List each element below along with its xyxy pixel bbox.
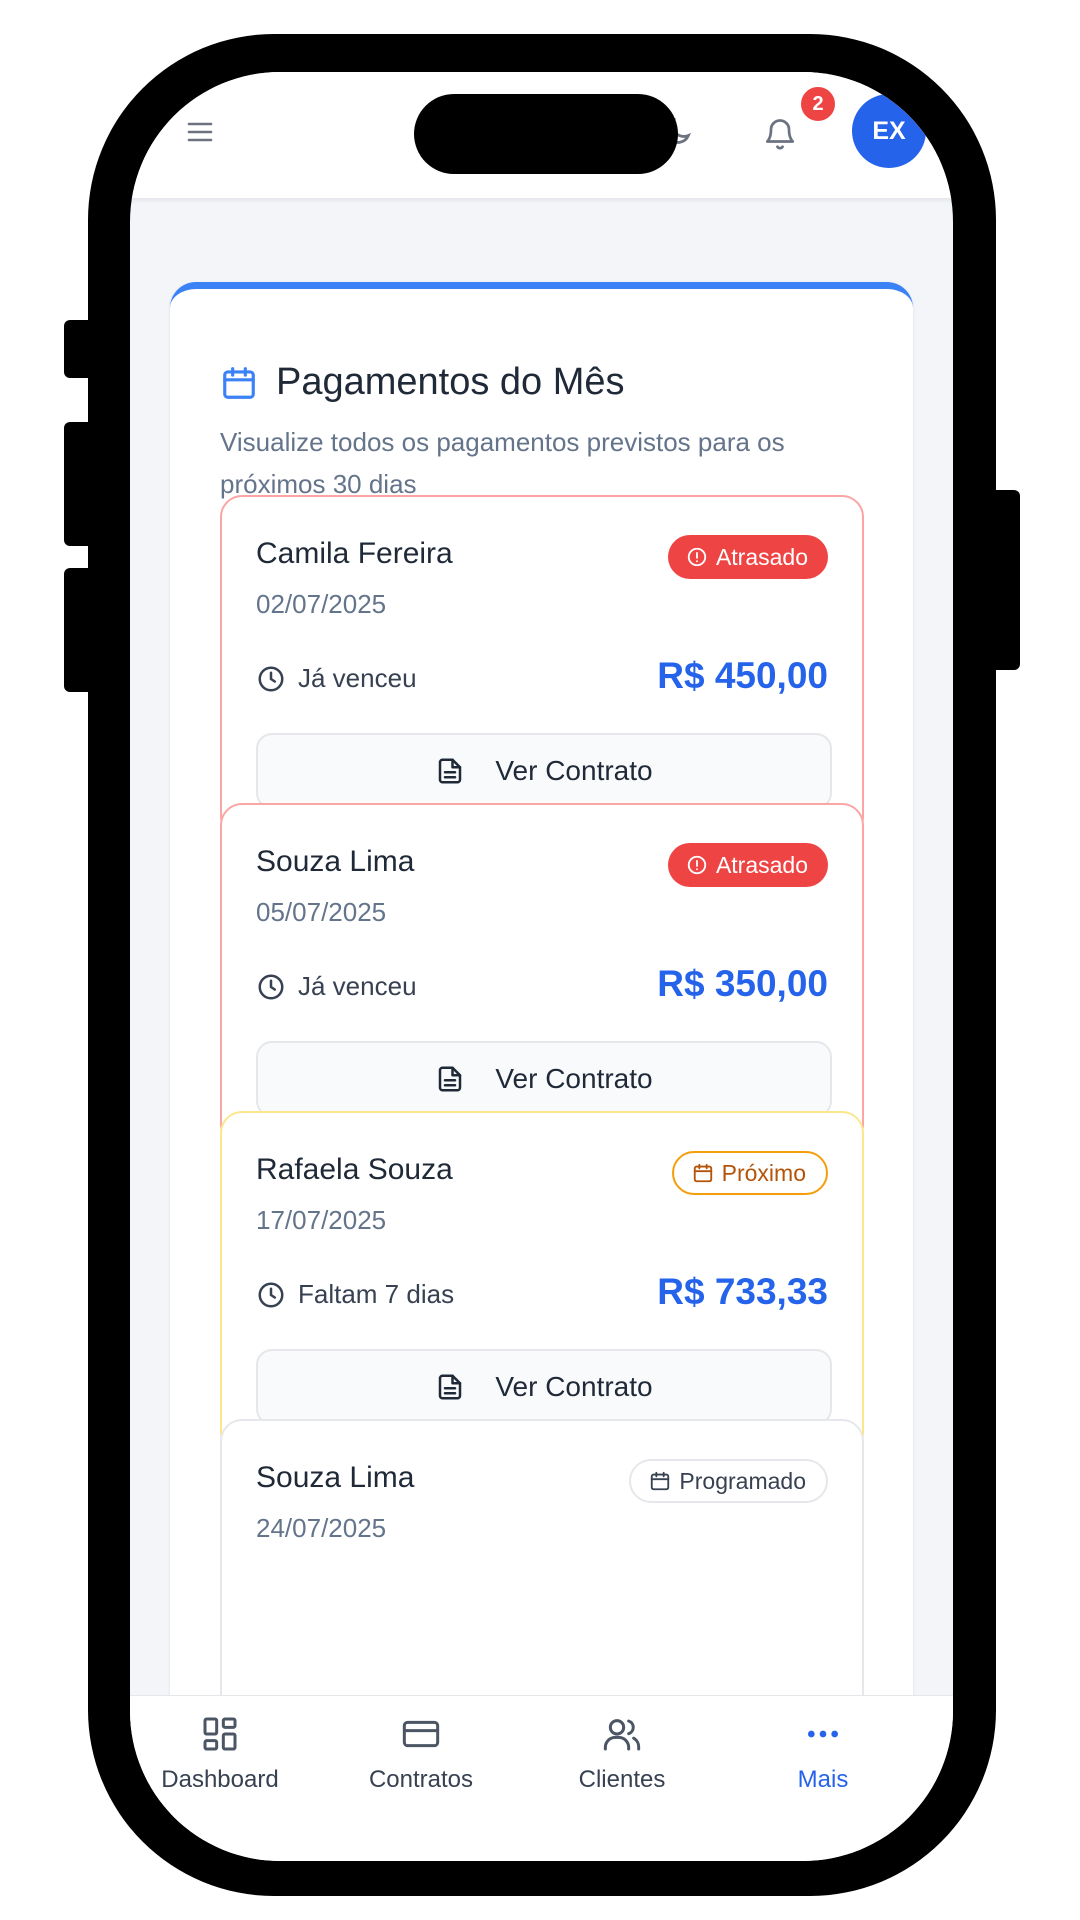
status-badge: Programado: [629, 1459, 828, 1503]
client-name: Souza Lima: [256, 845, 415, 878]
status-label: Atrasado: [715, 851, 808, 878]
users-icon: [603, 1719, 641, 1751]
status-label: Programado: [679, 1467, 806, 1494]
payment-card: Rafaela Souza 17/07/2025 Próximo Faltam …: [220, 1111, 864, 1455]
payment-date: 05/07/2025: [256, 897, 387, 927]
nav-item-dashboard[interactable]: Dashboard: [130, 1714, 320, 1794]
due-info: Faltam 7 dias: [256, 1279, 454, 1310]
clock-icon: [258, 666, 284, 691]
view-contract-button[interactable]: Ver Contrato: [256, 733, 832, 809]
clock-icon: [258, 974, 284, 999]
client-name: Camila Fereira: [256, 537, 453, 570]
page-subtitle: Visualize todos os pagamentos previstos …: [220, 427, 785, 499]
file-text-icon: [439, 1374, 462, 1400]
status-label: Próximo: [721, 1159, 806, 1186]
bottom-navigation: Dashboard Contratos Clientes Mais: [130, 1695, 953, 1861]
due-info: Já venceu: [256, 663, 417, 694]
notification-count-badge: 2: [798, 84, 838, 124]
nav-label: Mais: [797, 1766, 849, 1793]
dashboard-icon: [203, 1717, 237, 1751]
payment-amount: R$ 733,33: [657, 1271, 828, 1312]
view-contract-label: Ver Contrato: [495, 1063, 653, 1094]
payment-amount: R$ 350,00: [657, 963, 828, 1004]
calendar-icon: [223, 366, 255, 399]
payment-date: 24/07/2025: [256, 1513, 387, 1543]
nav-label: Contratos: [368, 1766, 474, 1793]
credit-card-icon: [402, 1720, 440, 1748]
monthly-payments-card: Pagamentos do Mês Visualize todos os pag…: [170, 282, 913, 1826]
nav-item-clientes[interactable]: Clientes: [522, 1714, 722, 1794]
due-text: Já venceu: [298, 971, 417, 1001]
view-contract-button[interactable]: Ver Contrato: [256, 1041, 832, 1117]
client-name: Rafaela Souza: [256, 1153, 453, 1186]
status-badge: Atrasado: [667, 535, 828, 579]
status-badge: Atrasado: [667, 843, 828, 887]
due-text: Já venceu: [298, 663, 417, 693]
hamburger-menu-icon[interactable]: [186, 120, 214, 144]
card-title-row: Pagamentos do Mês: [220, 361, 625, 404]
phone-screen: 2 EX Pagamentos do Mês Visualize todos o…: [130, 72, 953, 1861]
payment-card: Souza Lima 05/07/2025 Atrasado Já venceu…: [220, 803, 864, 1147]
main-content: Pagamentos do Mês Visualize todos os pag…: [130, 198, 953, 1826]
more-icon: [808, 1730, 838, 1738]
client-name: Souza Lima: [256, 1461, 415, 1494]
payment-date: 02/07/2025: [256, 589, 387, 619]
due-info: Já venceu: [256, 971, 417, 1002]
nav-item-contratos[interactable]: Contratos: [321, 1714, 521, 1794]
nav-item-mais[interactable]: Mais: [723, 1714, 923, 1794]
calendar-icon: [651, 1471, 670, 1491]
page-title: Pagamentos do Mês: [276, 361, 625, 403]
payment-card: Camila Fereira 02/07/2025 Atrasado Já ve…: [220, 495, 864, 839]
status-label: Atrasado: [715, 543, 808, 570]
file-text-icon: [439, 1066, 462, 1092]
view-contract-button[interactable]: Ver Contrato: [256, 1349, 832, 1425]
dynamic-island: [414, 94, 678, 174]
due-text: Faltam 7 dias: [298, 1279, 455, 1309]
nav-label: Clientes: [578, 1766, 666, 1793]
calendar-icon: [693, 1163, 712, 1183]
clock-icon: [258, 1282, 284, 1307]
bell-icon[interactable]: [762, 116, 798, 152]
file-text-icon: [439, 758, 462, 784]
nav-label: Dashboard: [161, 1766, 279, 1793]
status-badge: Próximo: [671, 1151, 828, 1195]
view-contract-label: Ver Contrato: [495, 1371, 653, 1402]
alert-circle-icon: [687, 855, 707, 875]
alert-circle-icon: [687, 547, 707, 567]
payment-date: 17/07/2025: [256, 1205, 387, 1235]
payment-amount: R$ 450,00: [657, 655, 828, 696]
user-avatar[interactable]: EX: [852, 94, 926, 168]
view-contract-label: Ver Contrato: [495, 755, 653, 786]
